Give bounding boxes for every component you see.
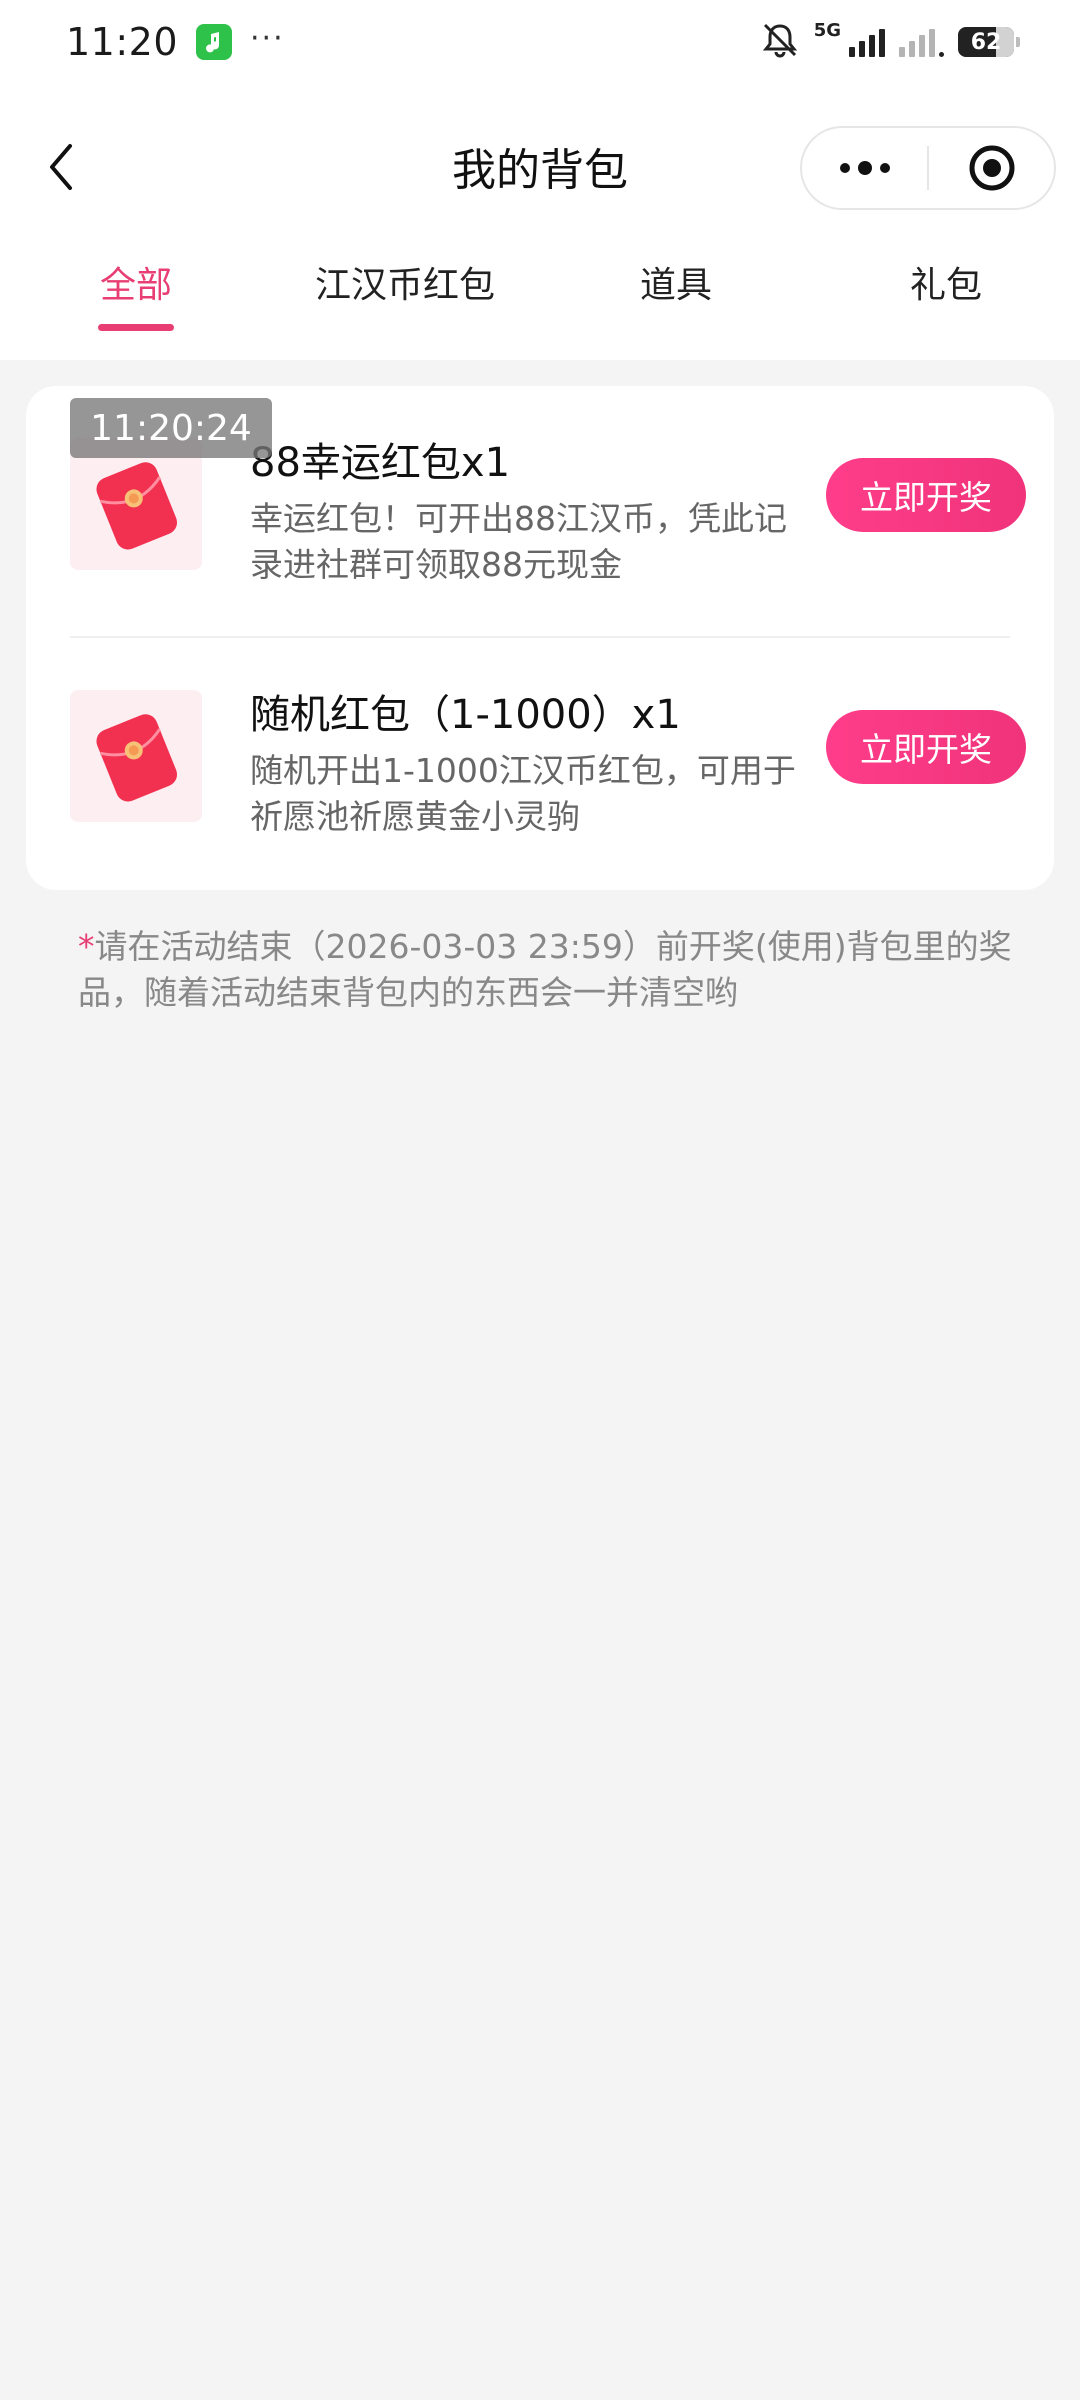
red-envelope-icon (70, 690, 202, 822)
nav-bar: 我的背包 (0, 84, 1080, 252)
tab-props[interactable]: 道具 (636, 256, 716, 340)
item-title: 88幸运红包x1 (250, 440, 511, 486)
backpack-card: 88幸运红包x1 幸运红包！可开出88江汉币，凭此记录进社群可领取88元现金 立… (26, 386, 1054, 890)
tab-all[interactable]: 全部 (96, 256, 176, 340)
tab-label: 江汉币红包 (314, 265, 495, 306)
target-close-icon (969, 145, 1014, 191)
network-type: 5G (813, 19, 841, 41)
list-item: 随机红包（1-1000）x1 随机开出1-1000江汉币红包，可用于祈愿池祈愿黄… (70, 682, 1026, 836)
status-more-dots: ··· (250, 20, 285, 56)
signal-bars-icon (849, 27, 885, 57)
more-button[interactable] (802, 128, 927, 208)
status-right: 5G 62 (760, 19, 1020, 62)
mini-program-capsule (800, 126, 1056, 210)
tab-jianghan-coin-redpacket[interactable]: 江汉币红包 (312, 256, 498, 340)
item-description: 随机开出1-1000江汉币红包，可用于祈愿池祈愿黄金小灵驹 (250, 751, 796, 836)
tab-label: 全部 (99, 265, 172, 306)
item-title: 随机红包（1-1000）x1 (250, 692, 681, 738)
tab-label: 礼包 (909, 265, 982, 306)
status-left: 11:20 ··· (66, 20, 285, 64)
battery-level: 62 (970, 29, 1002, 55)
open-prize-button[interactable]: 立即开奖 (826, 710, 1026, 784)
app-notification-icon (196, 24, 233, 60)
mute-icon (760, 22, 800, 62)
battery-icon: 62 (958, 27, 1020, 57)
timestamp-overlay: 11:20:24 (70, 398, 272, 458)
status-bar: 11:20 ··· 5G 62 (0, 0, 1080, 84)
tab-bar: 全部 江汉币红包 道具 礼包 (0, 252, 1080, 360)
notice-text: 请在活动结束（2026-03-03 23:59）前开奖(使用)背包里的奖品，随着… (78, 927, 1012, 1012)
activity-notice: *请在活动结束（2026-03-03 23:59）前开奖(使用)背包里的奖品，随… (78, 924, 1018, 1016)
item-divider (70, 636, 1010, 638)
signal-bars-2-icon (899, 27, 944, 57)
tab-label: 道具 (639, 265, 712, 306)
close-button[interactable] (929, 128, 1054, 208)
required-star: * (78, 927, 95, 966)
status-time: 11:20 (66, 20, 179, 64)
more-dots-icon (839, 161, 890, 175)
item-description: 幸运红包！可开出88江汉币，凭此记录进社群可领取88元现金 (250, 499, 787, 584)
tab-active-indicator (98, 324, 174, 331)
open-prize-button[interactable]: 立即开奖 (826, 458, 1026, 532)
tab-gift-pack[interactable]: 礼包 (906, 256, 986, 340)
